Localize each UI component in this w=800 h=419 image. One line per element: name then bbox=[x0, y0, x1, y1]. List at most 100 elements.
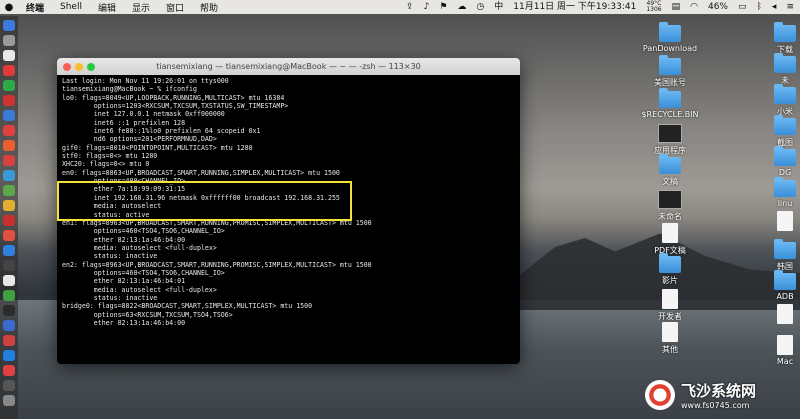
app-icon-green-3[interactable] bbox=[3, 290, 15, 301]
watermark-name: 飞沙系统网 bbox=[681, 382, 757, 400]
desktop-icon[interactable]: 文稿 bbox=[630, 154, 710, 187]
volume-icon[interactable]: ◂ bbox=[772, 0, 777, 14]
app-icon-red[interactable] bbox=[3, 65, 15, 76]
cloud-icon[interactable]: ☁ bbox=[457, 0, 466, 14]
document-icon bbox=[777, 211, 793, 231]
app-icon-red-2[interactable] bbox=[3, 95, 15, 106]
music-icon[interactable]: ♪ bbox=[424, 0, 430, 14]
desktop-icon[interactable]: 未命名 bbox=[630, 190, 710, 222]
desktop-icon[interactable]: 下载 bbox=[745, 22, 800, 55]
app-icon-red-6[interactable] bbox=[3, 230, 15, 241]
app-icon-red-7[interactable] bbox=[3, 335, 15, 346]
app-icon-blue-5[interactable] bbox=[3, 350, 15, 361]
menu-help[interactable]: 帮助 bbox=[200, 1, 218, 14]
desktop-icon[interactable]: 美国账号 bbox=[630, 55, 710, 88]
desktop-icon[interactable]: Mac bbox=[745, 335, 800, 366]
desktop-icon[interactable]: DG bbox=[745, 146, 800, 177]
app-icon-yellow[interactable] bbox=[3, 200, 15, 211]
folder-icon bbox=[774, 239, 796, 259]
trash-icon[interactable] bbox=[3, 395, 15, 406]
desktop-icon[interactable]: 开发者 bbox=[630, 289, 710, 322]
app-icon-red-8[interactable] bbox=[3, 365, 15, 376]
desktop-icon[interactable] bbox=[745, 304, 800, 326]
cn-input-label[interactable]: 中 bbox=[494, 0, 503, 14]
flag-icon[interactable]: ⚑ bbox=[439, 0, 447, 14]
app-icon-white[interactable] bbox=[3, 275, 15, 286]
dock bbox=[0, 16, 18, 419]
desktop-icon[interactable]: 应用程序 bbox=[630, 124, 710, 156]
clock[interactable]: 11月11日 周一 下午19:33:41 bbox=[513, 0, 636, 14]
app-icon-red-4[interactable] bbox=[3, 155, 15, 166]
folder-icon bbox=[659, 55, 681, 75]
desktop-icon[interactable]: PanDownload bbox=[630, 22, 710, 53]
terminal-dock-icon[interactable] bbox=[3, 305, 15, 316]
app-icon-blue-4[interactable] bbox=[3, 320, 15, 331]
app-icon-blue-3[interactable] bbox=[3, 245, 15, 256]
desktop-icon-label: PDF文稿 bbox=[654, 246, 686, 255]
app-icon-blue-2[interactable] bbox=[3, 170, 15, 181]
terminal-line: nd6 options=201<PERFORMNUD,DAD> bbox=[62, 135, 217, 144]
terminal-titlebar[interactable]: tiansemixiang — tiansemixiang@MacBook — … bbox=[57, 58, 520, 75]
finder-icon[interactable] bbox=[3, 20, 15, 31]
battery-icon[interactable]: ▭ bbox=[738, 0, 747, 14]
terminal-line: ether 82:13:1a:46:b4:00 bbox=[62, 235, 186, 244]
desktop-icon-label: 截图 bbox=[777, 138, 793, 147]
apple-menu-icon[interactable]: ● bbox=[0, 2, 18, 13]
wifi-icon[interactable]: ◠ bbox=[690, 0, 698, 14]
desktop-icon-label: 应用程序 bbox=[654, 146, 686, 155]
desktop-icon[interactable]: 截图 bbox=[745, 115, 800, 148]
app-icon-blue[interactable] bbox=[3, 110, 15, 121]
app-icon-gray-2[interactable] bbox=[3, 380, 15, 391]
terminal-line: options=1203<RXCSUM,TXCSUM,TXSTATUS,SW_T… bbox=[62, 102, 289, 111]
terminal-window[interactable]: tiansemixiang — tiansemixiang@MacBook — … bbox=[57, 58, 520, 364]
terminal-line: XHC20: flags=0<> mtu 0 bbox=[62, 160, 150, 169]
history-icon[interactable]: ◷ bbox=[476, 0, 484, 14]
document-icon bbox=[662, 322, 678, 342]
battery-percent[interactable]: 46% bbox=[708, 0, 728, 14]
folder-icon bbox=[774, 115, 796, 135]
app-icon-green[interactable] bbox=[3, 80, 15, 91]
terminal-line: gif0: flags=8010<POINTOPOINT,MULTICAST> … bbox=[62, 143, 253, 152]
terminal-line: media: autoselect <full-duplex> bbox=[62, 285, 217, 294]
terminal-line: Last login: Mon Nov 11 19:26:01 on ttys0… bbox=[62, 77, 229, 85]
desktop-icon-label: Mac bbox=[776, 357, 794, 366]
menu-shell[interactable]: Shell bbox=[60, 2, 82, 12]
folder-icon bbox=[659, 22, 681, 42]
app-icon-red-5[interactable] bbox=[3, 215, 15, 226]
desktop-icon[interactable]: 其他 bbox=[630, 322, 710, 355]
memory-icon[interactable]: ▤ bbox=[672, 0, 681, 14]
launchpad-icon[interactable] bbox=[3, 35, 15, 46]
terminal-line: lo0: flags=8049<UP,LOOPBACK,RUNNING,MULT… bbox=[62, 93, 285, 102]
desktop-icon-label: 小米 bbox=[777, 107, 793, 116]
menu-edit[interactable]: 编辑 bbox=[98, 1, 116, 14]
desktop-icon[interactable]: 影片 bbox=[630, 253, 710, 286]
app-icon-red-3[interactable] bbox=[3, 125, 15, 136]
desktop-icon[interactable]: PDF文稿 bbox=[630, 223, 710, 256]
desktop-icon[interactable] bbox=[745, 211, 800, 233]
terminal-line: ether 82:13:1a:46:b4:00 bbox=[62, 318, 186, 327]
menu-window[interactable]: 窗口 bbox=[166, 1, 184, 14]
bluetooth-icon[interactable]: ᛒ bbox=[757, 0, 762, 14]
terminal-line: bridge0: flags=8822<BROADCAST,SMART,SIMP… bbox=[62, 302, 313, 311]
desktop-icon[interactable]: 未 bbox=[745, 53, 800, 86]
cpu-monitor[interactable]: 49°C 1306 bbox=[646, 1, 661, 13]
desktop-icon[interactable]: ADB bbox=[745, 270, 800, 301]
list-icon[interactable]: ≡ bbox=[786, 0, 794, 14]
safari-icon[interactable] bbox=[3, 50, 15, 61]
menu-terminal[interactable]: 终端 bbox=[26, 1, 44, 14]
desktop-icon-label: 下载 bbox=[777, 45, 793, 54]
desktop-icon-label: 韩国 bbox=[777, 262, 793, 271]
app-icon-green-2[interactable] bbox=[3, 185, 15, 196]
desktop-icon[interactable]: 小米 bbox=[745, 84, 800, 117]
folder-icon bbox=[659, 253, 681, 273]
upload-icon[interactable]: ⇪ bbox=[406, 0, 414, 14]
menu-view[interactable]: 显示 bbox=[132, 1, 150, 14]
desktop-icon[interactable]: 韩国 bbox=[745, 239, 800, 272]
desktop-icon[interactable]: $RECYCLE.BIN bbox=[630, 88, 710, 119]
app-icon-gray[interactable] bbox=[3, 260, 15, 271]
watermark: 飞沙系统网 www.fs0745.com bbox=[645, 376, 795, 414]
desktop-icon[interactable]: linu bbox=[745, 177, 800, 208]
app-icon-orange[interactable] bbox=[3, 140, 15, 151]
terminal-title: tiansemixiang — tiansemixiang@MacBook — … bbox=[156, 62, 421, 71]
folder-icon bbox=[774, 84, 796, 104]
